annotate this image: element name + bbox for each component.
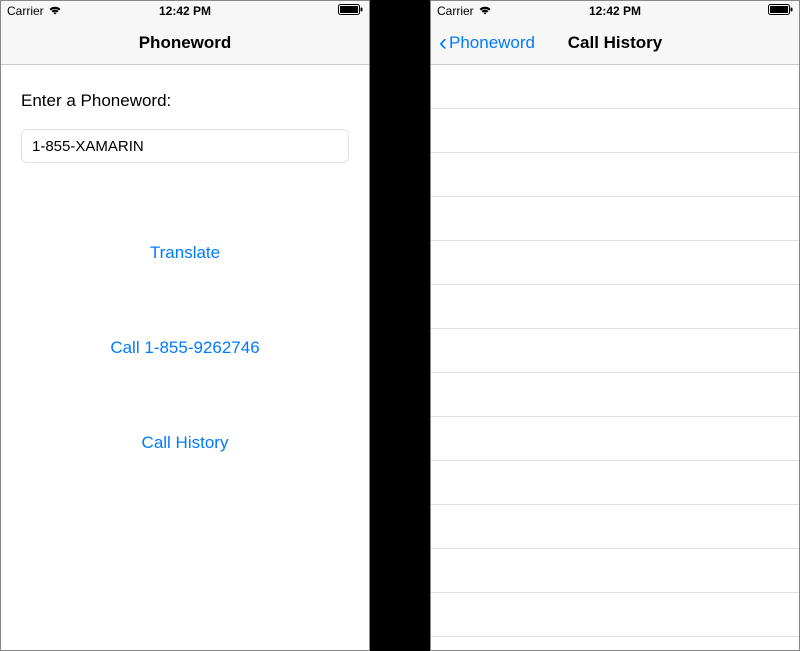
- back-button[interactable]: ‹ Phoneword: [439, 31, 535, 55]
- table-row[interactable]: [431, 505, 799, 549]
- status-bar: Carrier 12:42 PM: [431, 1, 799, 21]
- status-left: Carrier: [437, 4, 492, 18]
- phoneword-input[interactable]: [21, 129, 349, 163]
- back-label: Phoneword: [449, 33, 535, 53]
- status-time: 12:42 PM: [589, 4, 641, 18]
- status-right: [768, 4, 793, 18]
- table-row[interactable]: [431, 109, 799, 153]
- status-bar: Carrier 12:42 PM: [1, 1, 369, 21]
- nav-title: Phoneword: [139, 33, 232, 53]
- table-row[interactable]: [431, 241, 799, 285]
- table-row[interactable]: [431, 417, 799, 461]
- wifi-icon: [48, 4, 62, 18]
- main-content: Enter a Phoneword: Translate Call 1-855-…: [1, 65, 369, 650]
- wifi-icon: [478, 4, 492, 18]
- call-button[interactable]: Call 1-855-9262746: [21, 328, 349, 368]
- status-left: Carrier: [7, 4, 62, 18]
- battery-icon: [768, 4, 793, 18]
- table-row[interactable]: [431, 65, 799, 109]
- nav-title: Call History: [568, 33, 662, 53]
- chevron-left-icon: ‹: [439, 31, 447, 55]
- translate-button[interactable]: Translate: [21, 233, 349, 273]
- carrier-label: Carrier: [437, 4, 474, 18]
- table-row[interactable]: [431, 593, 799, 637]
- table-row[interactable]: [431, 197, 799, 241]
- table-row[interactable]: [431, 549, 799, 593]
- nav-bar: ‹ Phoneword Call History: [431, 21, 799, 65]
- table-row[interactable]: [431, 373, 799, 417]
- status-right: [338, 4, 363, 18]
- table-row[interactable]: [431, 461, 799, 505]
- table-row[interactable]: [431, 329, 799, 373]
- table-row[interactable]: [431, 285, 799, 329]
- status-time: 12:42 PM: [159, 4, 211, 18]
- battery-icon: [338, 4, 363, 18]
- call-history-table[interactable]: [431, 65, 799, 650]
- carrier-label: Carrier: [7, 4, 44, 18]
- phone-screen-history: Carrier 12:42 PM ‹ Phoneword Call Histor…: [430, 0, 800, 651]
- call-history-button[interactable]: Call History: [21, 423, 349, 463]
- table-row[interactable]: [431, 153, 799, 197]
- nav-bar: Phoneword: [1, 21, 369, 65]
- phone-screen-main: Carrier 12:42 PM Phoneword Enter a Phone…: [0, 0, 370, 651]
- enter-phoneword-label: Enter a Phoneword:: [21, 91, 349, 111]
